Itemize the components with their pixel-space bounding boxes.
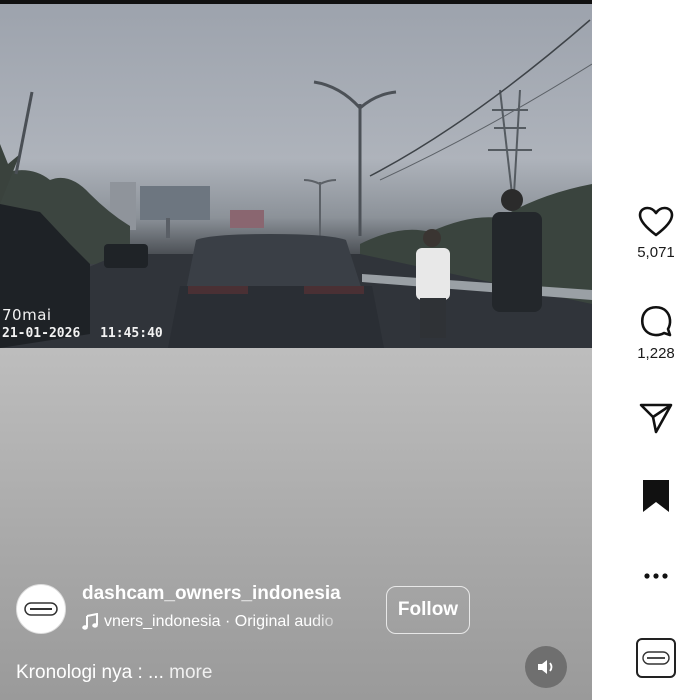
timestamp-date: 21-01-2026 <box>2 326 81 341</box>
dashcam-scene <box>0 19 592 348</box>
comment-action: 1,228 <box>626 303 686 362</box>
like-count: 5,071 <box>637 244 675 261</box>
more-icon[interactable] <box>642 562 670 590</box>
caption-more-link[interactable]: more <box>169 662 212 683</box>
dashcam-timestamp: 21-01-2026 11:45:40 <box>2 326 163 341</box>
share-action <box>626 401 686 435</box>
like-action: 5,071 <box>626 206 686 261</box>
dashcam-brand-overlay: 70mai <box>2 306 52 324</box>
speaker-icon <box>538 660 553 674</box>
author-username[interactable]: dashcam_owners_indonesia <box>82 583 352 605</box>
author-avatar[interactable] <box>16 584 66 634</box>
audio-profile-thumbnail[interactable] <box>636 638 676 678</box>
comment-icon[interactable] <box>638 303 674 339</box>
author-logo-icon <box>642 651 670 665</box>
bookmark-icon[interactable] <box>641 478 671 514</box>
audio-attribution[interactable]: vners_indonesia · Original audio <box>82 612 352 632</box>
comment-count: 1,228 <box>637 345 675 362</box>
save-action <box>626 478 686 514</box>
reel-container[interactable]: 70mai 21-01-2026 11:45:40 dashcam_owners… <box>0 4 592 700</box>
music-note-icon <box>82 613 98 630</box>
author-logo-icon <box>24 602 58 616</box>
more-action <box>626 562 686 590</box>
heart-icon[interactable] <box>638 206 674 238</box>
volume-button[interactable] <box>525 646 567 688</box>
follow-button[interactable]: Follow <box>386 586 470 634</box>
timestamp-time: 11:45:40 <box>100 326 163 341</box>
audio-label: vners_indonesia · Original audio <box>104 613 334 630</box>
caption-text: Kronologi nya : ... <box>16 662 164 683</box>
video-player[interactable]: 70mai 21-01-2026 11:45:40 <box>0 4 592 348</box>
caption[interactable]: Kronologi nya : ... more <box>16 662 212 684</box>
send-icon[interactable] <box>638 401 674 435</box>
